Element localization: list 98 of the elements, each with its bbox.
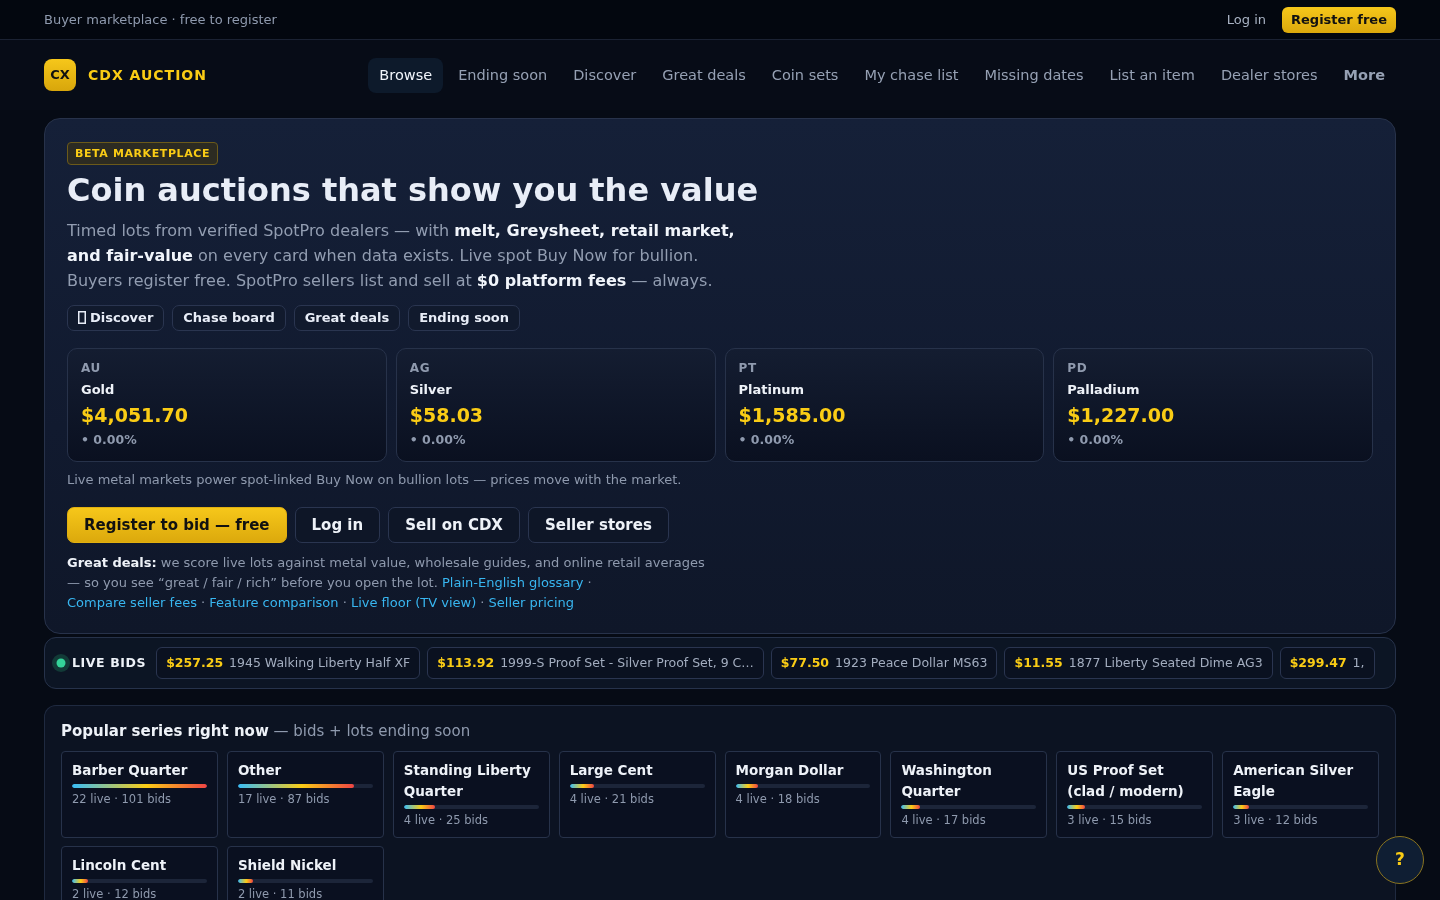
series-card[interactable]: Washington Quarter 4 live · 17 bids xyxy=(890,751,1048,838)
bid-price: $77.50 xyxy=(780,653,830,672)
login-link[interactable]: Log in xyxy=(1226,9,1266,30)
series-name: American Silver Eagle xyxy=(1233,761,1355,801)
series-stats: 4 live · 18 bids xyxy=(735,792,821,807)
nav-link[interactable]: Great deals xyxy=(651,57,757,93)
live-bid-item[interactable]: $113.92 1999-S Proof Set - Silver Proof Set, 9 C… xyxy=(427,647,764,679)
deals-explanation: Great deals: we score live lots against metal value, wholesale guides, and online retail averages — so you see “great / fair / rich” before you open the lot. Plain-English glossary · Compare seller fees · Feature comparison · Live floor (TV view) · Seller pricing xyxy=(67,554,706,612)
metal-symbol: PD xyxy=(1067,360,1089,376)
nav-link[interactable]: Ending soon xyxy=(447,57,559,93)
nav-link[interactable]: Discover xyxy=(562,57,648,93)
series-stats: 3 live · 12 bids xyxy=(1233,813,1319,828)
series-card[interactable]: US Proof Set (clad / modern) 3 live · 15 bids xyxy=(1056,751,1214,838)
register-button[interactable]: Register free xyxy=(1282,6,1396,33)
hero-description: Timed lots from verified SpotPro dealers — with melt, Greysheet, retail market, and fair-value on every card when data exists. Live spot Buy Now for bullion. Buyers register free. SpotPro sellers list and sell at $0 platform fees — always. xyxy=(67,220,736,292)
nav-link[interactable]: Dealer stores xyxy=(1209,57,1329,93)
action-button[interactable]: Register to bid — free xyxy=(67,507,287,543)
series-name: Barber Quarter xyxy=(72,761,189,780)
series-stats: 17 live · 87 bids xyxy=(237,792,331,807)
quick-link-chip[interactable]: Ending soon xyxy=(408,305,521,331)
action-button[interactable]: Seller stores xyxy=(527,507,669,543)
live-status-dot-icon xyxy=(52,654,70,672)
more-menu-button[interactable]: More xyxy=(1332,57,1396,93)
beta-badge: BETA MARKETPLACE xyxy=(67,142,219,165)
metal-name: Gold xyxy=(81,381,116,399)
live-bid-item[interactable]: $299.47 1, xyxy=(1279,647,1375,679)
hero-title: Coin auctions that show you the value xyxy=(67,170,760,210)
series-stats: 3 live · 15 bids xyxy=(1067,813,1153,828)
bid-price: $11.55 xyxy=(1014,653,1063,672)
metal-symbol: PT xyxy=(738,360,758,376)
nav-link[interactable]: My chase list xyxy=(853,57,970,93)
series-card[interactable]: Lincoln Cent 2 live · 12 bids xyxy=(61,846,218,900)
series-card[interactable]: Standing Liberty Quarter 4 live · 25 bids xyxy=(392,751,550,838)
series-stats: 2 live · 11 bids xyxy=(237,887,324,900)
nav-link[interactable]: Missing dates xyxy=(973,57,1095,93)
action-button[interactable]: Log in xyxy=(294,507,381,543)
series-name: Shield Nickel xyxy=(237,856,338,875)
text-link[interactable]: Seller pricing xyxy=(488,595,575,610)
text-link[interactable]: Live floor (TV view) xyxy=(350,595,477,610)
metal-price: $1,227.00 xyxy=(1067,403,1176,428)
series-card[interactable]: Barber Quarter 22 live · 101 bids xyxy=(61,751,218,838)
series-stats: 4 live · 21 bids xyxy=(569,792,655,807)
series-card[interactable]: Other 17 live · 87 bids xyxy=(226,751,384,838)
series-stats: 4 live · 17 bids xyxy=(901,813,987,828)
lot-title: 1877 Liberty Seated Dime AG3 xyxy=(1068,653,1263,672)
metal-price: $4,051.70 xyxy=(81,403,189,428)
series-name: Large Cent xyxy=(569,761,654,780)
series-stats: 4 live · 25 bids xyxy=(403,813,490,828)
rectangle-outline-icon xyxy=(78,311,86,324)
metal-price: $1,585.00 xyxy=(738,403,847,428)
nav-link[interactable]: Coin sets xyxy=(760,57,850,93)
brand-logo-mark[interactable]: CX xyxy=(44,59,76,91)
bid-price: $257.25 xyxy=(166,653,224,672)
price-change: • 0.00% xyxy=(1067,431,1124,449)
series-card[interactable]: Morgan Dollar 4 live · 18 bids xyxy=(724,751,882,838)
tagline-text: Buyer marketplace · free to register xyxy=(44,10,277,29)
metal-symbol: AG xyxy=(409,360,432,376)
series-name: US Proof Set (clad / modern) xyxy=(1067,761,1185,801)
metal-symbol: AU xyxy=(81,360,102,376)
live-bids-label: LIVE BIDS xyxy=(72,653,147,672)
metal-name: Silver xyxy=(409,381,453,399)
section-heading: Popular series right now — bids + lots ending soon xyxy=(61,721,472,741)
action-button[interactable]: Sell on CDX xyxy=(388,507,520,543)
series-name: Morgan Dollar xyxy=(735,761,845,780)
metal-price: $58.03 xyxy=(409,403,485,428)
lot-title: 1923 Peace Dollar MS63 xyxy=(835,653,988,672)
price-change: • 0.00% xyxy=(738,431,796,449)
nav-link[interactable]: Browse xyxy=(368,57,444,93)
series-stats: 2 live · 12 bids xyxy=(72,887,158,900)
series-name: Standing Liberty Quarter xyxy=(403,761,532,801)
lot-title: 1999-S Proof Set - Silver Proof Set, 9 C… xyxy=(500,653,754,672)
metal-name: Platinum xyxy=(738,381,805,399)
bid-price: $299.47 xyxy=(1289,653,1347,672)
series-name: Washington Quarter xyxy=(901,761,993,801)
brand-name[interactable]: CDX AUCTION xyxy=(88,64,207,86)
metal-name: Palladium xyxy=(1067,381,1141,399)
series-card[interactable]: Large Cent 4 live · 21 bids xyxy=(558,751,716,838)
live-bid-item[interactable]: $77.50 1923 Peace Dollar MS63 xyxy=(770,647,998,679)
live-bid-item[interactable]: $11.55 1877 Liberty Seated Dime AG3 xyxy=(1004,647,1273,679)
price-change: • 0.00% xyxy=(409,431,467,449)
price-change: • 0.00% xyxy=(81,431,138,449)
quick-link-chip[interactable]: Great deals xyxy=(293,305,401,331)
series-stats: 22 live · 101 bids xyxy=(72,792,172,807)
live-bid-item[interactable]: $257.25 1945 Walking Liberty Half XF xyxy=(156,647,421,679)
text-link[interactable]: Compare seller fees xyxy=(67,595,197,610)
lot-title: 1945 Walking Liberty Half XF xyxy=(229,653,411,672)
text-link[interactable]: Feature comparison xyxy=(209,595,339,610)
nav-link[interactable]: List an item xyxy=(1098,57,1206,93)
metals-note: Live metal markets power spot-linked Buy Now on bullion lots — prices move with the market. xyxy=(67,471,683,488)
bid-price: $113.92 xyxy=(437,653,495,672)
series-name: Other xyxy=(237,761,283,780)
text-link[interactable]: Plain-English glossary xyxy=(442,575,584,590)
series-card[interactable]: American Silver Eagle 3 live · 12 bids xyxy=(1222,751,1379,838)
series-name: Lincoln Cent xyxy=(72,856,168,875)
quick-link-chip[interactable]: Discover xyxy=(67,305,165,331)
quick-link-chip[interactable]: Chase board xyxy=(172,305,286,331)
lot-title: 1, xyxy=(1352,653,1365,672)
series-card[interactable]: Shield Nickel 2 live · 11 bids xyxy=(226,846,384,900)
